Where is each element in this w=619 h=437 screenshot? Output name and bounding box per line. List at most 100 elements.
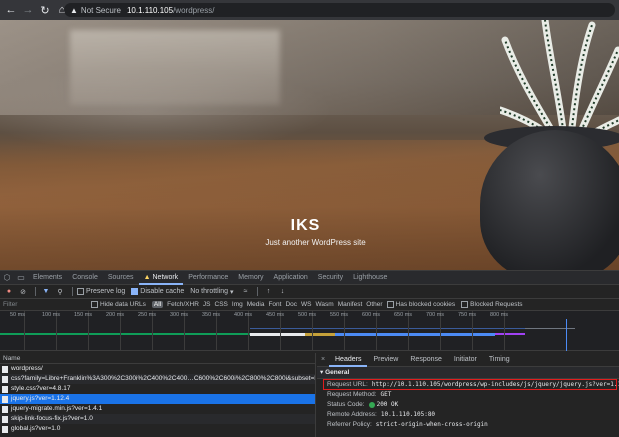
site-header-hero: IKS Just another WordPress site (0, 20, 619, 270)
request-name: jquery-migrate.min.js?ver=1.4.1 (11, 405, 103, 412)
timeline-tick-label: 250 ms (138, 312, 157, 318)
tab-elements[interactable]: Elements (28, 271, 67, 285)
blocked-requests-checkbox[interactable]: Blocked Requests (461, 301, 523, 308)
device-toolbar-icon[interactable]: ▭ (14, 271, 28, 285)
tab-memory[interactable]: Memory (233, 271, 268, 285)
devtools-panel: ⬡ ▭ Elements Console Sources ▲ Network Pe… (0, 270, 619, 437)
type-filter-other[interactable]: Other (366, 301, 382, 308)
timeline-tick-label: 800 ms (490, 312, 509, 318)
request-method-row: Request Method: GET (317, 390, 619, 400)
tab-sources[interactable]: Sources (103, 271, 139, 285)
address-bar[interactable]: ▲ Not Secure 10.1.110.105/wordpress/ (64, 3, 615, 17)
checkbox-unchecked (77, 288, 84, 295)
request-row[interactable]: jquery-migrate.min.js?ver=1.4.1 (0, 404, 315, 414)
column-header-name[interactable]: Name (0, 353, 315, 364)
filter-icon[interactable]: ▼ (40, 286, 52, 298)
request-row[interactable]: style.css?ver=4.8.17 (0, 384, 315, 394)
security-status[interactable]: Not Secure (81, 6, 121, 15)
hero-background-window (70, 30, 280, 105)
forward-arrow-icon[interactable]: → (21, 3, 35, 17)
tab-console[interactable]: Console (67, 271, 103, 285)
timeline-bar (250, 328, 530, 329)
throttling-value: No throttling (190, 288, 229, 295)
tab-application[interactable]: Application (269, 271, 313, 285)
remote-address-label: Remote Address: (327, 411, 377, 418)
chevron-down-icon: ▾ (229, 288, 234, 296)
type-filter-font[interactable]: Font (268, 301, 281, 308)
type-filter-fetch-xhr[interactable]: Fetch/XHR (167, 301, 199, 308)
type-filter-js[interactable]: JS (203, 301, 211, 308)
back-arrow-icon[interactable]: ← (4, 3, 18, 17)
type-filter-media[interactable]: Media (247, 301, 265, 308)
type-filter-wasm[interactable]: Wasm (316, 301, 334, 308)
record-icon[interactable]: ● (3, 286, 15, 298)
export-har-icon[interactable]: ↓ (276, 286, 288, 298)
hide-data-urls-label: Hide data URLs (100, 301, 146, 308)
timeline-tick-label: 400 ms (234, 312, 253, 318)
document-icon (2, 415, 8, 423)
type-filter-img[interactable]: Img (232, 301, 243, 308)
document-icon (2, 375, 8, 383)
tab-headers[interactable]: Headers (329, 353, 368, 367)
tab-performance[interactable]: Performance (183, 271, 233, 285)
filter-input[interactable]: Filter (3, 301, 91, 308)
tab-lighthouse[interactable]: Lighthouse (348, 271, 392, 285)
details-tab-bar: × Headers Preview Response Initiator Tim… (317, 353, 619, 367)
tab-timing[interactable]: Timing (483, 353, 516, 367)
preserve-log-checkbox[interactable]: Preserve log (77, 288, 125, 295)
request-row[interactable]: global.js?ver=1.0 (0, 424, 315, 434)
timeline-tick-label: 200 ms (106, 312, 125, 318)
tab-initiator[interactable]: Initiator (448, 353, 483, 367)
request-method-label: Request Method: (327, 391, 377, 398)
type-filter-all[interactable]: All (151, 301, 164, 308)
referrer-policy-value: strict-origin-when-cross-origin (375, 421, 488, 428)
timeline-bar (0, 333, 250, 335)
request-name: jquery.js?ver=1.12.4 (11, 395, 70, 402)
dom-content-loaded-marker (566, 319, 567, 351)
throttling-select[interactable]: No throttling ▾ (190, 288, 233, 296)
general-section-header[interactable]: ▾ General (317, 367, 619, 379)
request-name: skip-link-focus-fix.js?ver=1.0 (11, 415, 93, 422)
disable-cache-checkbox[interactable]: Disable cache (131, 288, 184, 295)
request-row-selected[interactable]: jquery.js?ver=1.12.4 (0, 394, 315, 404)
toolbar-divider (72, 287, 73, 296)
general-section-title: General (325, 369, 350, 376)
tab-response[interactable]: Response (404, 353, 448, 367)
timeline-bar (335, 333, 495, 336)
search-icon[interactable]: ⚲ (54, 286, 66, 298)
type-filter-ws[interactable]: WS (301, 301, 311, 308)
reload-icon[interactable]: ↻ (38, 3, 52, 17)
request-row[interactable]: skip-link-focus-fix.js?ver=1.0 (0, 414, 315, 424)
devtools-tab-bar: ⬡ ▭ Elements Console Sources ▲ Network Pe… (0, 271, 619, 285)
request-name: wordpress/ (11, 365, 43, 372)
request-row[interactable]: wordpress/ (0, 364, 315, 374)
timeline-tick-label: 750 ms (458, 312, 477, 318)
request-name: style.css?ver=4.8.17 (11, 385, 71, 392)
checkbox-unchecked (461, 301, 469, 308)
inspect-element-icon[interactable]: ⬡ (0, 271, 14, 285)
preserve-log-label: Preserve log (86, 288, 126, 295)
tab-preview[interactable]: Preview (367, 353, 404, 367)
type-filter-css[interactable]: CSS (215, 301, 228, 308)
referrer-policy-row: Referrer Policy: strict-origin-when-cros… (317, 420, 619, 430)
tab-security[interactable]: Security (313, 271, 348, 285)
network-overview-timeline[interactable]: 50 ms 100 ms 150 ms 200 ms 250 ms 300 ms 350 m… (0, 311, 619, 351)
network-conditions-icon[interactable]: ≈ (239, 286, 251, 298)
close-icon[interactable]: × (317, 356, 329, 363)
tab-network[interactable]: ▲ Network (138, 271, 184, 285)
hide-data-urls-checkbox[interactable]: Hide data URLs (91, 301, 146, 308)
import-har-icon[interactable]: ↑ (262, 286, 274, 298)
remote-address-row: Remote Address: 10.1.110.105:80 (317, 410, 619, 420)
browser-toolbar: ← → ↻ ⌂ ▲ Not Secure 10.1.110.105/wordpr… (0, 0, 619, 20)
type-filter-doc[interactable]: Doc (285, 301, 297, 308)
request-row[interactable]: css?family=Libre+Franklin%3A300%2C300i%2… (0, 374, 315, 384)
request-url-row: Request URL: http://10.1.110.105/wordpre… (323, 379, 619, 390)
has-blocked-cookies-checkbox[interactable]: Has blocked cookies (386, 301, 455, 308)
network-split-view: Name wordpress/ css?family=Libre+Frankli… (0, 353, 619, 437)
clear-icon[interactable]: ⊘ (17, 286, 29, 298)
timeline-bar (305, 333, 335, 336)
type-filter-manifest[interactable]: Manifest (338, 301, 363, 308)
site-title[interactable]: IKS (0, 217, 619, 235)
document-icon (2, 425, 8, 433)
request-url-label: Request URL: (327, 381, 368, 388)
